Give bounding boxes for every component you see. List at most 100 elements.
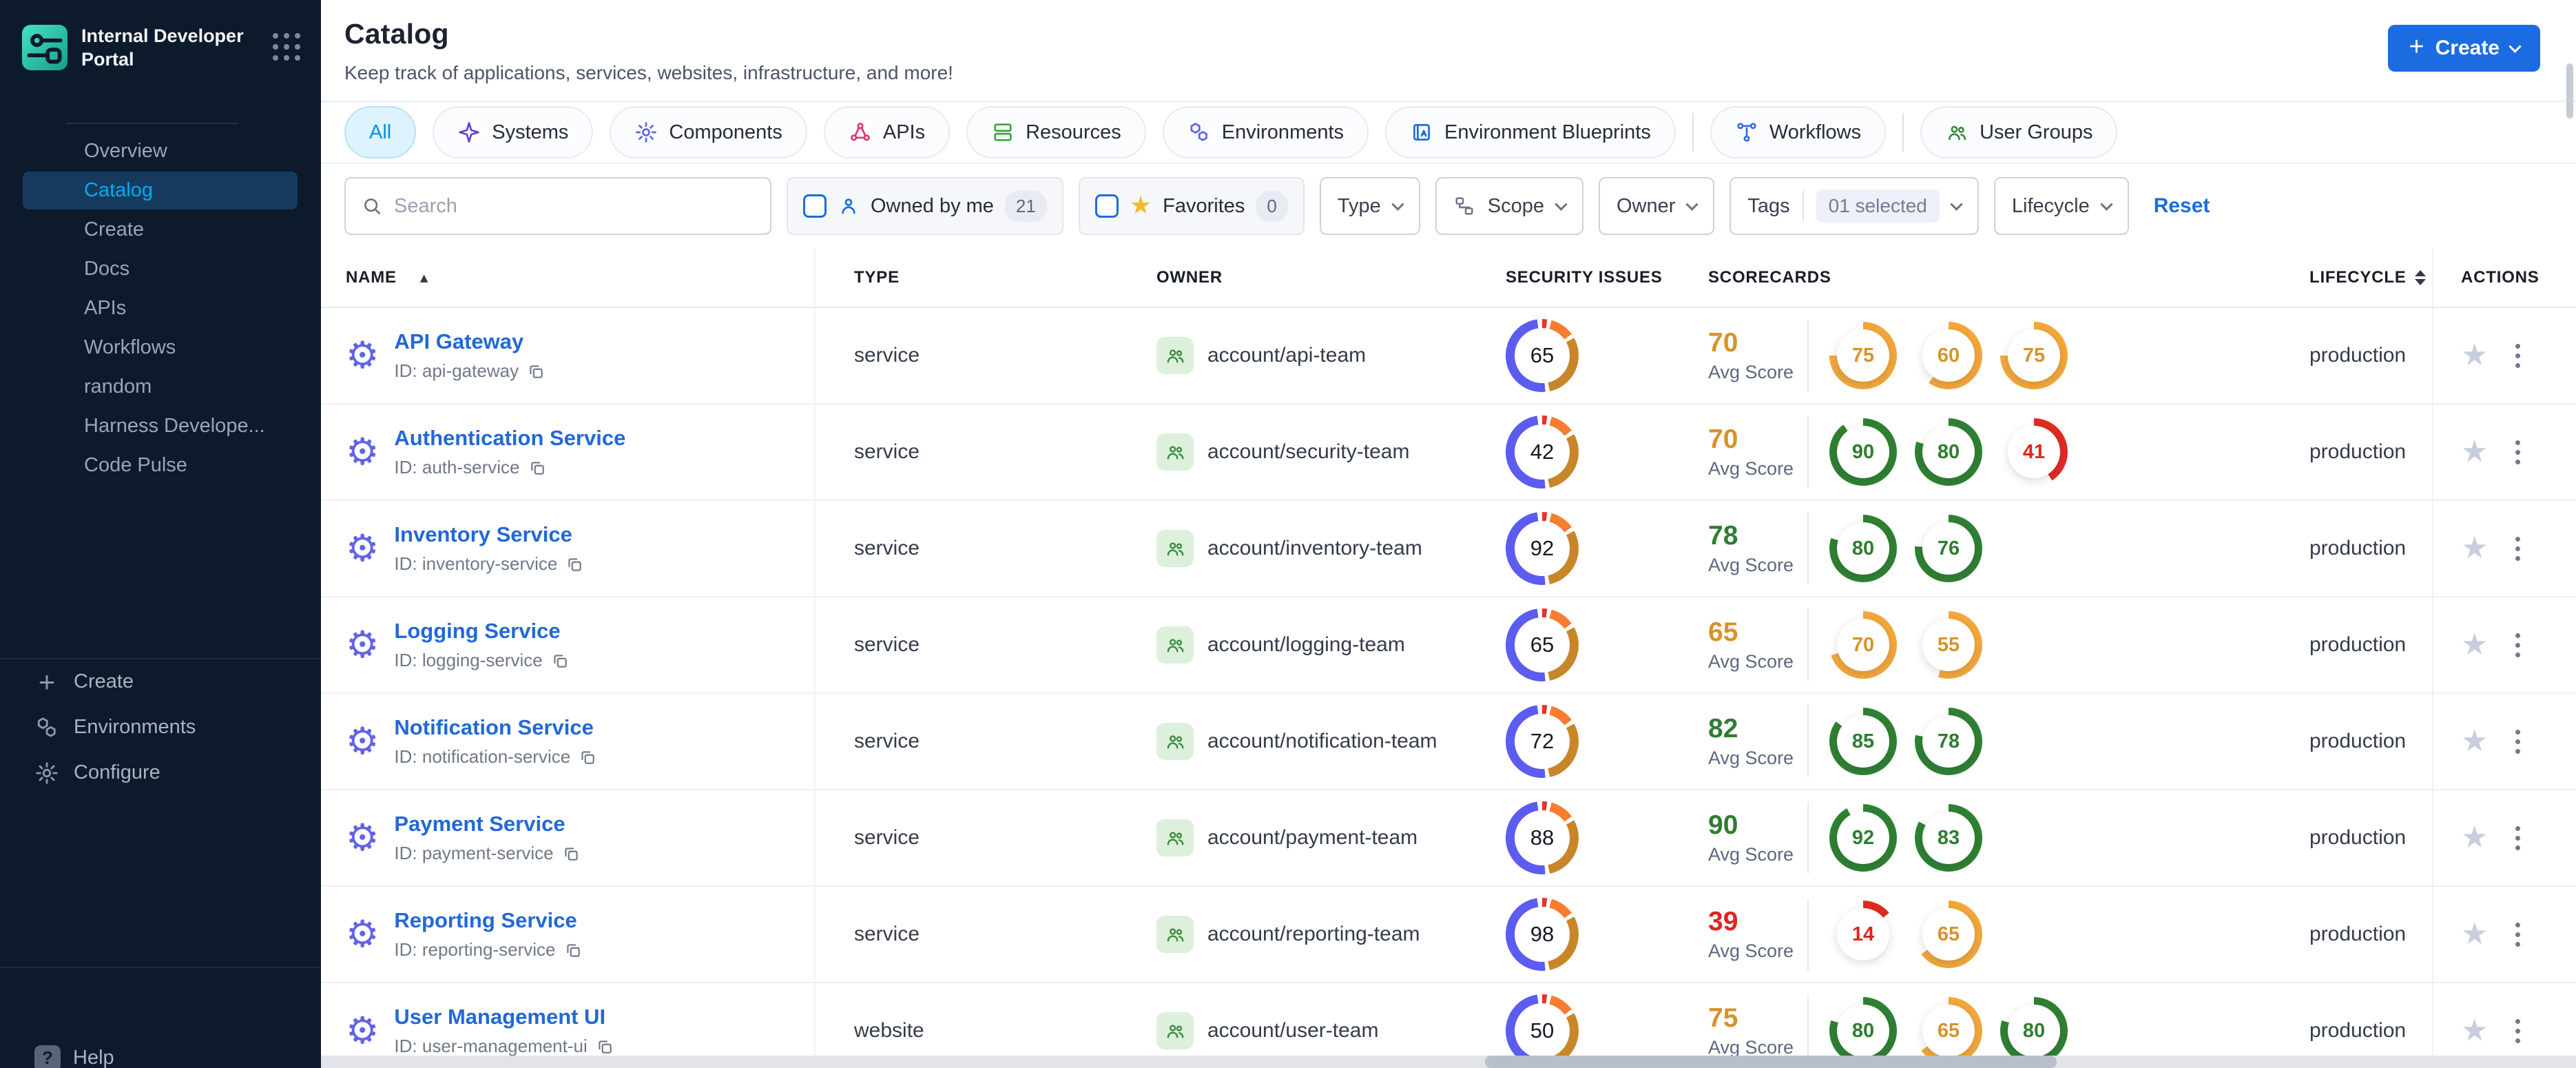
sidebar-item-apis[interactable]: APIs bbox=[23, 289, 298, 327]
sidebar-item-environments[interactable]: Environments bbox=[0, 705, 321, 750]
security-issues-donut[interactable]: 42 bbox=[1506, 415, 1579, 489]
table-row-reporting-service[interactable]: ⚙ Reporting Service ID: reporting-servic… bbox=[321, 887, 2576, 983]
favorite-star-button[interactable]: ★ bbox=[2461, 919, 2488, 949]
copy-icon[interactable] bbox=[528, 459, 546, 477]
owned-by-me-filter[interactable]: Owned by me 21 bbox=[787, 177, 1063, 235]
vertical-scrollbar-thumb[interactable] bbox=[2566, 63, 2573, 119]
copy-icon[interactable] bbox=[562, 845, 580, 863]
tab-systems[interactable]: Systems bbox=[433, 106, 594, 158]
kebab-menu-button[interactable] bbox=[2511, 436, 2524, 469]
apps-grid-icon[interactable] bbox=[273, 33, 300, 61]
kebab-menu-button[interactable] bbox=[2511, 918, 2524, 951]
copy-icon[interactable] bbox=[551, 652, 569, 670]
create-button[interactable]: + Create bbox=[2388, 25, 2540, 72]
scorecard-ring[interactable]: 90 bbox=[1829, 418, 1897, 486]
copy-icon[interactable] bbox=[527, 362, 545, 380]
tab-user-groups[interactable]: User Groups bbox=[1920, 106, 2118, 158]
copy-icon[interactable] bbox=[564, 941, 582, 959]
scorecard-ring[interactable]: 65 bbox=[1915, 901, 1982, 968]
table-row-inventory-service[interactable]: ⚙ Inventory Service ID: inventory-servic… bbox=[321, 501, 2576, 597]
tab-components[interactable]: Components bbox=[610, 106, 807, 158]
horizontal-scrollbar[interactable] bbox=[321, 1056, 2576, 1068]
favorite-star-button[interactable]: ★ bbox=[2461, 437, 2488, 467]
scorecard-ring[interactable]: 70 bbox=[1829, 611, 1897, 679]
sidebar-item-docs[interactable]: Docs bbox=[23, 250, 298, 288]
kebab-menu-button[interactable] bbox=[2511, 340, 2524, 372]
scope-dropdown[interactable]: Scope bbox=[1435, 177, 1583, 235]
tab-apis[interactable]: APIs bbox=[823, 106, 951, 158]
scorecard-ring[interactable]: 75 bbox=[2000, 322, 2068, 389]
tab-all[interactable]: All bbox=[344, 106, 417, 158]
table-row-api-gateway[interactable]: ⚙ API Gateway ID: api-gateway service ac… bbox=[321, 308, 2576, 404]
kebab-menu-button[interactable] bbox=[2511, 726, 2524, 758]
kebab-menu-button[interactable] bbox=[2511, 1015, 2524, 1047]
sidebar-item-catalog[interactable]: Catalog bbox=[23, 171, 298, 209]
security-issues-donut[interactable]: 65 bbox=[1506, 608, 1579, 681]
tab-resources[interactable]: Resources bbox=[966, 106, 1146, 158]
column-header-name[interactable]: NAME ▲ bbox=[321, 248, 816, 307]
scorecard-ring[interactable]: 14 bbox=[1829, 901, 1897, 968]
favorite-star-button[interactable]: ★ bbox=[2461, 630, 2488, 660]
entity-name-link[interactable]: User Management UI bbox=[394, 1005, 613, 1029]
scorecard-ring[interactable]: 83 bbox=[1915, 804, 1982, 872]
owner-dropdown[interactable]: Owner bbox=[1598, 177, 1715, 235]
sidebar-item-random[interactable]: random bbox=[23, 368, 298, 406]
scorecard-ring[interactable]: 41 bbox=[2000, 418, 2068, 486]
security-issues-donut[interactable]: 72 bbox=[1506, 705, 1579, 778]
copy-icon[interactable] bbox=[579, 748, 596, 766]
kebab-menu-button[interactable] bbox=[2511, 533, 2524, 565]
lifecycle-dropdown[interactable]: Lifecycle bbox=[1993, 177, 2129, 235]
scorecard-ring[interactable]: 65 bbox=[1915, 997, 1982, 1065]
sidebar-item-configure[interactable]: Configure bbox=[0, 750, 321, 796]
favorite-star-button[interactable]: ★ bbox=[2461, 823, 2488, 853]
tab-workflows[interactable]: Workflows bbox=[1710, 106, 1887, 158]
entity-name-link[interactable]: Authentication Service bbox=[394, 426, 625, 451]
scorecard-ring[interactable]: 80 bbox=[2000, 997, 2068, 1065]
scorecard-ring[interactable]: 78 bbox=[1915, 708, 1982, 775]
column-header-lifecycle[interactable]: LIFECYCLE bbox=[2295, 248, 2433, 307]
entity-name-link[interactable]: Logging Service bbox=[394, 619, 568, 644]
security-issues-donut[interactable]: 65 bbox=[1506, 319, 1579, 392]
entity-name-link[interactable]: API Gateway bbox=[394, 329, 545, 354]
sidebar-item-overview[interactable]: Overview bbox=[23, 132, 298, 170]
sidebar-item-create[interactable]: + Create bbox=[0, 659, 321, 705]
sidebar-item-code-pulse[interactable]: Code Pulse bbox=[23, 446, 298, 484]
entity-name-link[interactable]: Notification Service bbox=[394, 715, 596, 740]
kebab-menu-button[interactable] bbox=[2511, 629, 2524, 661]
security-issues-donut[interactable]: 98 bbox=[1506, 898, 1579, 971]
table-row-notification-service[interactable]: ⚙ Notification Service ID: notification-… bbox=[321, 694, 2576, 790]
scorecard-ring[interactable]: 80 bbox=[1829, 997, 1897, 1065]
reset-filters-link[interactable]: Reset bbox=[2154, 194, 2210, 218]
favorite-star-button[interactable]: ★ bbox=[2461, 726, 2488, 757]
sidebar-item-help[interactable]: ? Help bbox=[34, 1045, 321, 1068]
sidebar-item-workflows[interactable]: Workflows bbox=[23, 329, 298, 367]
search-input[interactable] bbox=[394, 194, 755, 218]
security-issues-donut[interactable]: 88 bbox=[1506, 801, 1579, 874]
sidebar-item-create[interactable]: Create bbox=[23, 211, 298, 249]
table-row-authentication-service[interactable]: ⚙ Authentication Service ID: auth-servic… bbox=[321, 404, 2576, 501]
tab-environments[interactable]: Environments bbox=[1162, 106, 1369, 158]
favorites-checkbox[interactable] bbox=[1094, 194, 1119, 218]
entity-name-link[interactable]: Inventory Service bbox=[394, 522, 583, 547]
favorite-star-button[interactable]: ★ bbox=[2461, 340, 2488, 371]
scorecard-ring[interactable]: 92 bbox=[1829, 804, 1897, 872]
scorecard-ring[interactable]: 80 bbox=[1829, 515, 1897, 582]
tags-dropdown[interactable]: Tags 01 selected bbox=[1730, 177, 1979, 235]
favorite-star-button[interactable]: ★ bbox=[2461, 1016, 2488, 1046]
favorites-filter[interactable]: ★ Favorites 0 bbox=[1078, 177, 1305, 235]
scorecard-ring[interactable]: 55 bbox=[1915, 611, 1982, 679]
security-issues-donut[interactable]: 92 bbox=[1506, 512, 1579, 585]
scorecard-ring[interactable]: 80 bbox=[1915, 418, 1982, 486]
search-box[interactable] bbox=[344, 177, 771, 235]
scorecard-ring[interactable]: 75 bbox=[1829, 322, 1897, 389]
tab-environment-blueprints[interactable]: Environment Blueprints bbox=[1385, 106, 1676, 158]
entity-name-link[interactable]: Payment Service bbox=[394, 812, 579, 836]
kebab-menu-button[interactable] bbox=[2511, 822, 2524, 854]
sidebar-item-harness-develope[interactable]: Harness Develope... bbox=[23, 407, 298, 445]
copy-icon[interactable] bbox=[596, 1038, 614, 1056]
entity-name-link[interactable]: Reporting Service bbox=[394, 908, 581, 933]
scorecard-ring[interactable]: 85 bbox=[1829, 708, 1897, 775]
favorite-star-button[interactable]: ★ bbox=[2461, 533, 2488, 564]
scorecard-ring[interactable]: 60 bbox=[1915, 322, 1982, 389]
horizontal-scrollbar-thumb[interactable] bbox=[1485, 1056, 2057, 1068]
